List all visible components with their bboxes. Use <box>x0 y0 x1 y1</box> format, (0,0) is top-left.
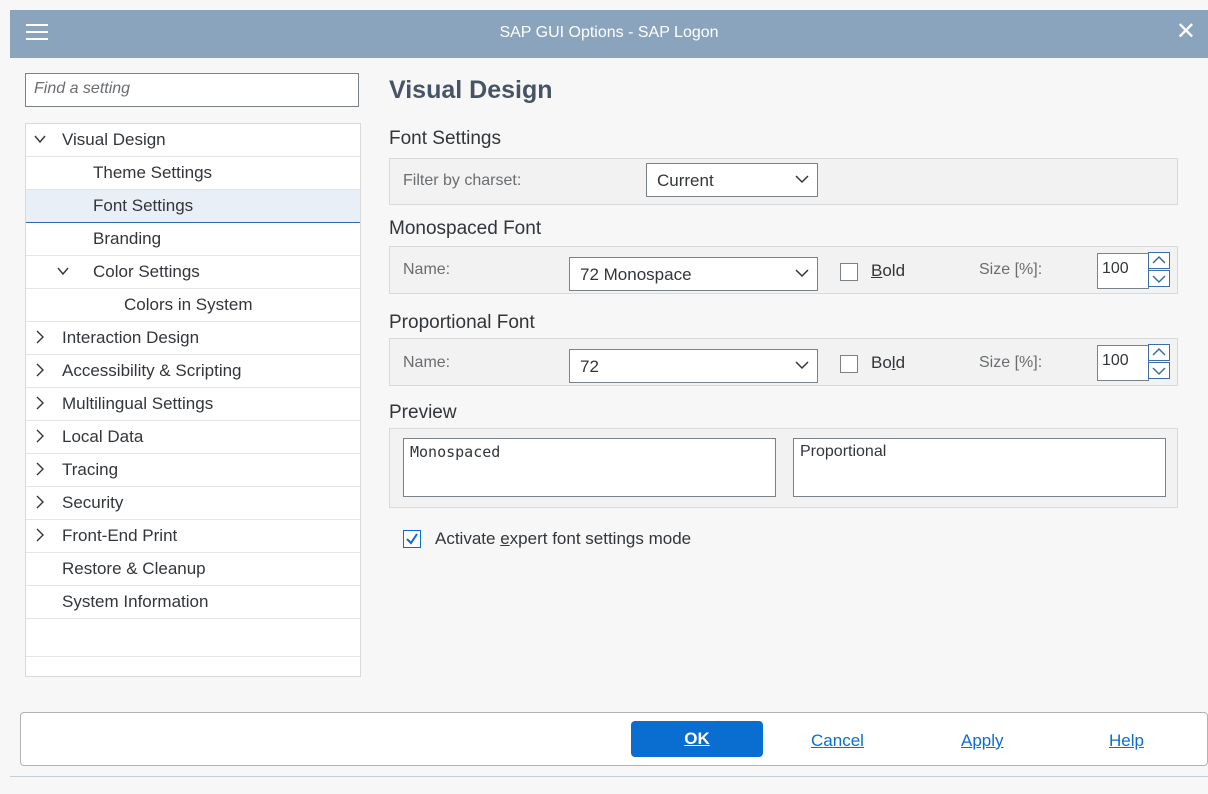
ok-button[interactable]: OK <box>631 721 763 757</box>
tree-item-label: Accessibility & Scripting <box>62 361 242 380</box>
tree-item-label: Font Settings <box>93 196 194 215</box>
close-icon[interactable]: ✕ <box>1176 20 1196 44</box>
chevron-down-icon <box>795 175 809 184</box>
expert-mode-label[interactable]: Activate expert font settings mode <box>435 529 691 549</box>
proportional-font-group: Name: 72 Bold Size [%]: 100 <box>389 338 1178 386</box>
monospaced-preview: Monospaced <box>403 438 776 497</box>
expert-mode-checkbox[interactable] <box>403 530 421 548</box>
tree-item[interactable]: Interaction Design <box>26 322 360 355</box>
tree-item[interactable]: Security <box>26 487 360 520</box>
tree-item-label: Tracing <box>62 460 119 479</box>
tree-item[interactable]: Theme Settings <box>26 157 360 190</box>
tree-item-label: System Information <box>62 592 209 611</box>
window-title: SAP GUI Options - SAP Logon <box>499 24 719 41</box>
proportional-size-label: Size [%]: <box>979 354 1043 371</box>
chevron-right-icon[interactable] <box>33 323 47 355</box>
tree-item[interactable]: System Information <box>26 586 360 619</box>
chevron-down-icon <box>1152 367 1166 376</box>
charset-filter-group: Filter by charset: Current <box>389 158 1178 205</box>
help-button[interactable]: Help <box>1109 731 1144 751</box>
tree-item[interactable]: Local Data <box>26 421 360 454</box>
chevron-down-icon[interactable] <box>33 125 47 157</box>
chevron-right-icon[interactable] <box>33 356 47 388</box>
tree-item[interactable]: Multilingual Settings <box>26 388 360 421</box>
proportional-preview: Proportional <box>793 438 1166 497</box>
tree-item-label: Security <box>62 493 124 512</box>
tree-item-label: Local Data <box>62 427 144 446</box>
chevron-right-icon[interactable] <box>33 389 47 421</box>
proportional-font-value: 72 <box>580 357 599 376</box>
proportional-bold-label[interactable]: Bold <box>871 353 905 373</box>
charset-filter-value: Current <box>657 171 714 190</box>
monospaced-font-heading: Monospaced Font <box>389 218 542 239</box>
proportional-size-increase-button[interactable] <box>1148 344 1170 361</box>
monospaced-size-input[interactable]: 100 <box>1097 253 1149 289</box>
monospaced-size-decrease-button[interactable] <box>1148 270 1170 287</box>
proportional-name-label: Name: <box>403 354 451 371</box>
tree-item[interactable]: Visual Design <box>26 124 360 157</box>
tree-item[interactable]: Font Settings <box>26 190 360 223</box>
proportional-size-decrease-button[interactable] <box>1148 362 1170 379</box>
tree-item[interactable]: Color Settings <box>26 256 360 289</box>
tree-item-label: Front-End Print <box>62 526 178 545</box>
tree-item-label: Interaction Design <box>62 328 200 347</box>
monospaced-size-label: Size [%]: <box>979 261 1043 278</box>
tree-item-label: Theme Settings <box>93 163 213 182</box>
chevron-down-icon <box>795 269 809 278</box>
preview-heading: Preview <box>389 402 457 423</box>
charset-filter-label: Filter by charset: <box>403 172 522 189</box>
monospaced-name-label: Name: <box>403 261 451 278</box>
search-input[interactable]: Find a setting <box>25 73 359 107</box>
tree-item-label: Multilingual Settings <box>62 394 214 413</box>
tree-item[interactable]: Front-End Print <box>26 520 360 553</box>
monospaced-bold-checkbox[interactable] <box>840 263 858 281</box>
chevron-right-icon[interactable] <box>33 422 47 454</box>
preview-group: Monospaced Proportional <box>389 428 1178 508</box>
proportional-bold-checkbox[interactable] <box>840 355 858 373</box>
tree-item-label: Restore & Cleanup <box>62 559 206 578</box>
chevron-down-icon <box>795 361 809 370</box>
chevron-up-icon <box>1152 255 1166 264</box>
tree-item[interactable]: Accessibility & Scripting <box>26 355 360 388</box>
monospaced-bold-label[interactable]: Bold <box>871 261 905 281</box>
tree-item[interactable]: Restore & Cleanup <box>26 553 360 586</box>
proportional-font-dropdown[interactable]: 72 <box>569 349 818 383</box>
chevron-right-icon[interactable] <box>33 488 47 520</box>
tree-item-label: Branding <box>93 229 162 248</box>
tree-item[interactable]: Tracing <box>26 454 360 487</box>
window-titlebar: SAP GUI Options - SAP Logon ✕ <box>10 10 1208 58</box>
page-title: Visual Design <box>389 76 553 104</box>
monospaced-font-value: 72 Monospace <box>580 265 692 284</box>
proportional-font-heading: Proportional Font <box>389 312 535 333</box>
chevron-right-icon[interactable] <box>33 521 47 553</box>
tree-empty-row <box>26 619 360 657</box>
status-divider <box>10 776 1208 777</box>
tree-item-label: Visual Design <box>62 130 166 149</box>
settings-tree: Visual Design Theme Settings Font Settings… <box>25 123 361 677</box>
monospaced-font-dropdown[interactable]: 72 Monospace <box>569 257 818 291</box>
tree-item[interactable]: Colors in System <box>26 289 360 322</box>
proportional-size-input[interactable]: 100 <box>1097 345 1149 381</box>
chevron-down-icon[interactable] <box>56 257 70 289</box>
chevron-up-icon <box>1152 347 1166 356</box>
checkmark-icon <box>406 533 418 545</box>
apply-button[interactable]: Apply <box>961 731 1004 751</box>
monospaced-size-increase-button[interactable] <box>1148 252 1170 269</box>
chevron-right-icon[interactable] <box>33 455 47 487</box>
monospaced-font-group: Name: 72 Monospace Bold Size [%]: 100 <box>389 246 1178 294</box>
cancel-button[interactable]: Cancel <box>811 731 864 751</box>
chevron-down-icon <box>1152 275 1166 284</box>
tree-item-label: Colors in System <box>124 295 253 314</box>
charset-filter-dropdown[interactable]: Current <box>646 163 818 197</box>
font-settings-heading: Font Settings <box>389 128 501 149</box>
tree-item-label: Color Settings <box>93 262 200 281</box>
dialog-button-bar: OK Cancel Apply Help <box>20 712 1208 766</box>
tree-item[interactable]: Branding <box>26 223 360 256</box>
